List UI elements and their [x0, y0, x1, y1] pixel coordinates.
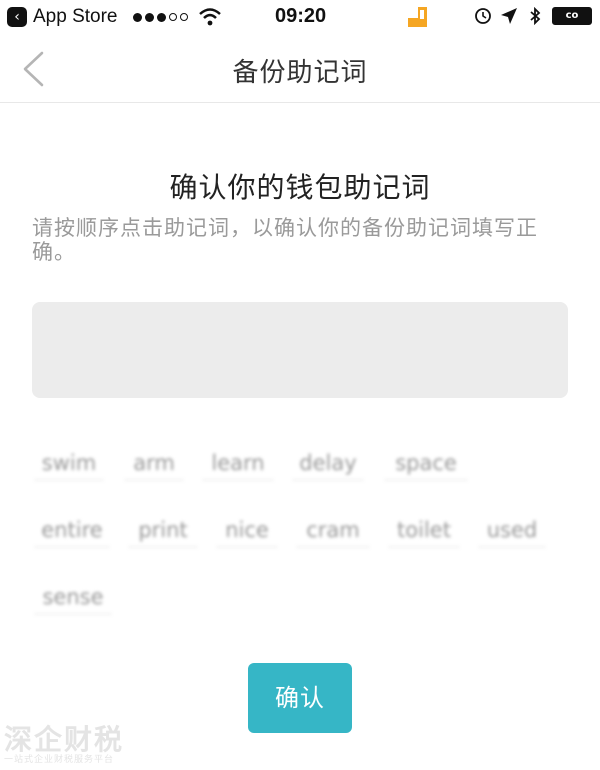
- word-chip[interactable]: space: [384, 447, 468, 481]
- word-chip[interactable]: nice: [216, 514, 278, 548]
- alarm-icon: [475, 8, 491, 24]
- nav-title: 备份助记词: [232, 58, 368, 88]
- orange-app-icon: [408, 7, 427, 27]
- word-chip[interactable]: cram: [296, 514, 370, 548]
- location-arrow-icon: [501, 8, 517, 24]
- word-chip[interactable]: delay: [292, 447, 364, 481]
- word-chip[interactable]: swim: [34, 447, 104, 481]
- navigation-bar: 备份助记词: [0, 34, 600, 103]
- battery-icon: co: [552, 7, 592, 25]
- word-chip[interactable]: print: [128, 514, 198, 548]
- status-bar: ‹ App Store 09:20 co: [0, 0, 600, 34]
- watermark-tagline: 一站式企业财税服务平台: [4, 755, 115, 765]
- word-chip[interactable]: toilet: [388, 514, 460, 548]
- back-to-app-label[interactable]: App Store: [33, 6, 118, 28]
- page-heading: 确认你的钱包助记词: [169, 171, 431, 204]
- bluetooth-icon: [530, 7, 541, 25]
- selected-words-area[interactable]: [32, 302, 568, 398]
- wifi-icon: [199, 8, 221, 26]
- word-chip[interactable]: arm: [124, 447, 184, 481]
- instructions-text: 请按顺序点击助记词，以确认你的备份助记词填写正确。: [32, 216, 538, 264]
- status-right-icons: co: [474, 7, 592, 25]
- word-chip[interactable]: learn: [202, 447, 274, 481]
- back-badge-icon[interactable]: ‹: [7, 7, 27, 27]
- confirm-button[interactable]: 确认: [248, 663, 352, 733]
- word-chip[interactable]: entire: [34, 514, 110, 548]
- signal-dots-icon: [133, 13, 188, 22]
- word-chip[interactable]: used: [478, 514, 546, 548]
- status-time: 09:20: [275, 5, 327, 27]
- word-chip[interactable]: sense: [34, 581, 112, 615]
